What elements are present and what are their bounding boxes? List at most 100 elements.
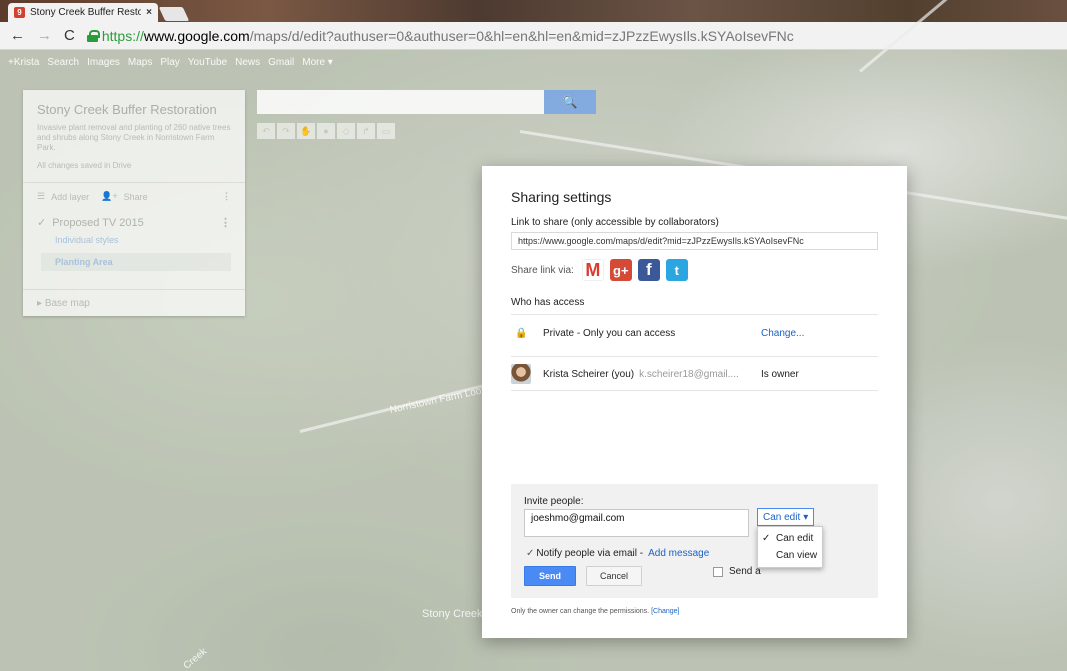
owner-name: Krista Scheirer (you) — [543, 368, 635, 380]
map-search-input[interactable] — [257, 90, 544, 114]
layer-name[interactable]: Proposed TV 2015 — [52, 217, 144, 229]
notify-label: Notify people via email - — [536, 548, 644, 559]
add-layer-button[interactable]: Add layer — [51, 192, 89, 202]
url-scheme: https:// — [101, 27, 144, 44]
access-row-owner: Krista Scheirer (you) k.scheirer18@gmail… — [511, 364, 878, 384]
individual-styles-link[interactable]: Individual styles — [55, 235, 231, 245]
lock-icon: 🔒 — [515, 328, 528, 339]
add-message-link[interactable]: Add message — [648, 548, 709, 559]
browser-tabstrip: 9 Stony Creek Buffer Restor × — [0, 0, 1067, 22]
owner-note: Only the owner can change the permission… — [511, 608, 680, 615]
gmail-icon[interactable]: M — [581, 259, 604, 281]
option-label: Can view — [776, 550, 818, 561]
hand-icon[interactable]: ✋ — [297, 123, 315, 139]
tab-close-icon[interactable]: × — [146, 7, 152, 18]
access-private-text: Private - Only you can access — [543, 328, 676, 339]
address-bar[interactable]: https://www.google.com/maps/d/edit?authu… — [86, 27, 794, 44]
send-button[interactable]: Send — [524, 566, 576, 586]
add-layer-icon: ☰ — [37, 191, 46, 201]
planting-area-item[interactable]: Planting Area — [41, 253, 231, 271]
permission-selected: Can edit — [763, 511, 801, 523]
directions-icon[interactable]: ↱ — [357, 123, 375, 139]
google-bar-play[interactable]: Play — [160, 57, 179, 68]
change-access-link[interactable]: Change... — [761, 328, 804, 339]
owner-email: k.scheirer18@gmail.... — [639, 368, 739, 380]
access-row-private: 🔒 Private - Only you can access Change..… — [511, 328, 878, 339]
invite-email-input[interactable]: joeshmo@gmail.com — [524, 509, 749, 537]
save-status: All changes saved in Drive — [37, 161, 132, 170]
twitter-icon[interactable]: t — [665, 259, 688, 281]
google-bar-images[interactable]: Images — [87, 57, 120, 68]
owner-role: Is owner — [761, 368, 799, 380]
who-has-access-heading: Who has access — [511, 297, 585, 308]
permission-option-can-view[interactable]: Can view — [758, 547, 822, 564]
map-title[interactable]: Stony Creek Buffer Restoration — [37, 102, 231, 117]
owner-note-text: Only the owner can change the permission… — [511, 608, 650, 615]
avatar — [511, 364, 531, 384]
search-icon: 🔍 — [562, 95, 578, 109]
marker-icon[interactable]: ● — [317, 123, 335, 139]
notify-row: ✓ Notify people via email - Add message — [526, 548, 709, 559]
layer-actions: ☰ Add layer 👤+ Share ⋮ — [23, 182, 245, 202]
layer-options-icon[interactable]: ⋮ — [220, 216, 231, 229]
divider — [511, 390, 878, 391]
divider — [511, 314, 878, 315]
send-copy-checkbox[interactable] — [713, 566, 723, 577]
back-arrow-icon[interactable]: ← — [10, 28, 25, 43]
share-button[interactable]: Share — [124, 192, 148, 202]
share-link-field[interactable]: https://www.google.com/maps/d/edit?mid=z… — [511, 232, 878, 250]
divider — [511, 356, 878, 357]
redo-icon[interactable]: ↷ — [277, 123, 295, 139]
google-bar-gmail[interactable]: Gmail — [268, 57, 294, 68]
permission-menu: ✓ Can edit Can view — [757, 526, 823, 568]
url-path: /maps/d/edit?authuser=0&authuser=0&hl=en… — [249, 27, 794, 44]
map-legend-panel: Stony Creek Buffer Restoration Invasive … — [23, 90, 245, 316]
chevron-down-icon: ▾ — [803, 511, 809, 523]
invite-people-section: Invite people: joeshmo@gmail.com Can edi… — [511, 484, 878, 598]
invite-people-label: Invite people: — [524, 496, 584, 507]
new-tab-button[interactable] — [158, 7, 190, 21]
send-copy-row: Send a — [713, 566, 761, 577]
facebook-icon[interactable]: f — [637, 259, 660, 281]
base-map-item[interactable]: ▸ Base map — [23, 289, 245, 309]
undo-icon[interactable]: ↶ — [257, 123, 275, 139]
forward-arrow-icon[interactable]: → — [37, 28, 52, 43]
base-map-expand-icon[interactable]: ▸ — [37, 298, 45, 309]
ruler-icon[interactable]: ▭ — [377, 123, 395, 139]
reload-icon[interactable]: C — [64, 28, 75, 43]
tab-title: Stony Creek Buffer Restor — [30, 7, 142, 18]
browser-toolbar: ← → C https://www.google.com/maps/d/edit… — [0, 22, 1067, 50]
google-bar: +Krista Search Images Maps Play YouTube … — [0, 50, 1067, 74]
share-via-label: Share link via: — [511, 264, 574, 276]
cancel-button[interactable]: Cancel — [586, 566, 642, 586]
map-description[interactable]: Invasive plant removal and planting of 2… — [37, 123, 231, 153]
google-bar-news[interactable]: News — [235, 57, 260, 68]
permission-option-can-edit[interactable]: ✓ Can edit — [758, 530, 822, 547]
layer-checkbox-icon[interactable]: ✓ — [37, 216, 46, 229]
layer-item[interactable]: ✓ Proposed TV 2015 ⋮ — [37, 216, 231, 230]
owner-note-change-link[interactable]: [Change] — [651, 608, 679, 615]
google-bar-search[interactable]: Search — [47, 57, 79, 68]
google-bar-user[interactable]: +Krista — [8, 57, 39, 68]
sharing-settings-dialog: Sharing settings Link to share (only acc… — [482, 166, 907, 638]
google-bar-maps[interactable]: Maps — [128, 57, 152, 68]
checkmark-icon: ✓ — [762, 533, 771, 544]
more-options-icon[interactable]: ⋮ — [222, 191, 231, 202]
google-bar-youtube[interactable]: YouTube — [188, 57, 227, 68]
link-to-share-label: Link to share (only accessible by collab… — [511, 217, 719, 228]
lock-icon — [86, 29, 100, 42]
add-person-icon: 👤+ — [101, 191, 118, 201]
draw-line-icon[interactable]: ◇ — [337, 123, 355, 139]
map-search-button[interactable]: 🔍 — [544, 90, 596, 114]
send-copy-label: Send a — [729, 566, 761, 577]
permission-dropdown[interactable]: Can edit ▾ — [757, 508, 815, 526]
notify-checkbox[interactable]: ✓ — [526, 548, 534, 559]
maps-favicon-icon: 9 — [14, 7, 25, 18]
option-label: Can edit — [776, 533, 814, 544]
base-map-label: Base map — [44, 298, 90, 309]
google-plus-icon[interactable]: g+ — [609, 259, 632, 281]
browser-tab[interactable]: 9 Stony Creek Buffer Restor × — [8, 3, 158, 22]
dialog-title: Sharing settings — [511, 189, 612, 205]
map-toolbar: ↶ ↷ ✋ ● ◇ ↱ ▭ — [257, 123, 395, 139]
google-bar-more[interactable]: More ▾ — [302, 57, 333, 68]
